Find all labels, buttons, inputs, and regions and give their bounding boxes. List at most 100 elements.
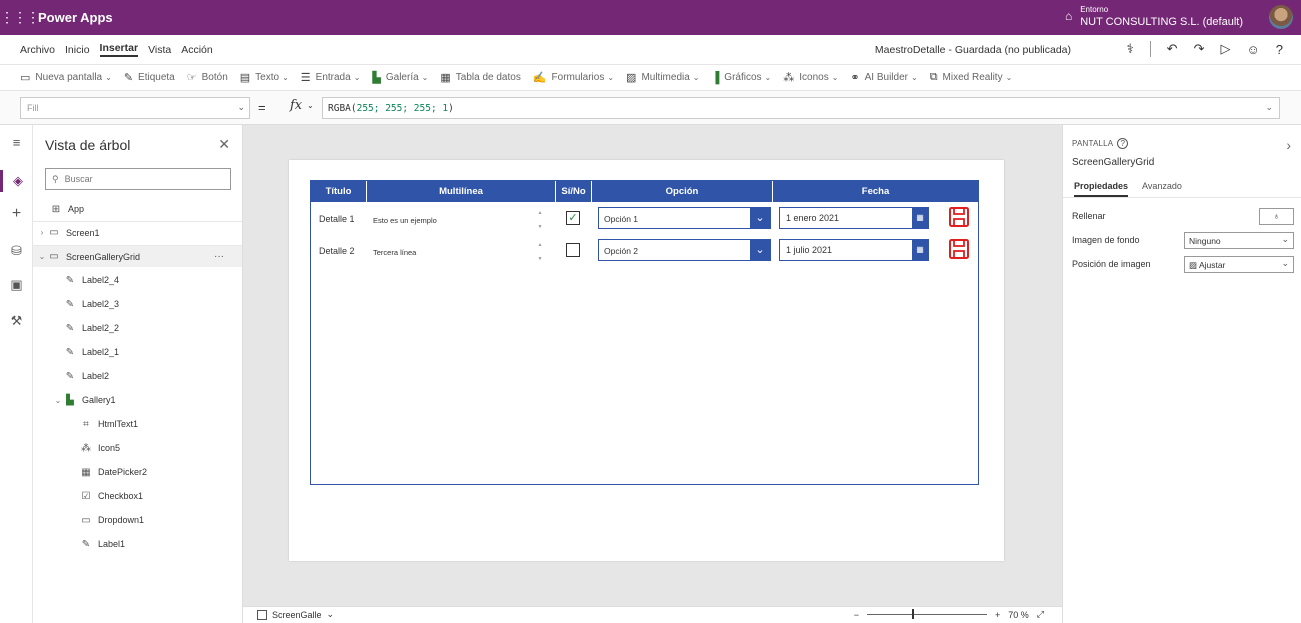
data-table-button[interactable]: ▦ Tabla de datos xyxy=(440,71,520,84)
divider xyxy=(1063,197,1301,198)
hamburger-menu-icon[interactable]: ≡ xyxy=(0,135,33,150)
redo-icon[interactable]: ↷ xyxy=(1194,41,1205,57)
tree-item[interactable]: ✎ Label2_1 xyxy=(33,341,242,363)
formula-args: 255; 255; 255; 1 xyxy=(356,103,449,114)
menu-accion[interactable]: Acción xyxy=(181,44,213,56)
tree-item[interactable]: ⁂ Icon5 xyxy=(33,437,242,459)
tree-item[interactable]: ✎ Label2_4 xyxy=(33,269,242,291)
fx-icon[interactable]: fx xyxy=(290,98,302,113)
scroll-indicator[interactable]: ▲ ▼ xyxy=(537,210,543,230)
user-avatar[interactable] xyxy=(1269,5,1293,29)
tree-view-icon[interactable]: ◈ xyxy=(0,170,33,192)
fit-to-window-icon[interactable]: ⤢ xyxy=(1037,609,1044,620)
row-checkbox[interactable] xyxy=(566,243,580,257)
gallery-row[interactable]: Detalle 1 Esto es un ejemplo ▲ ▼ ✓ Opción… xyxy=(311,205,978,235)
tree-item[interactable]: ☑ Checkbox1 xyxy=(33,485,242,507)
tree-item[interactable]: ✎ Label2_2 xyxy=(33,317,242,339)
gallery-row[interactable]: Detalle 2 Tercera línea ▲ ▼ Opción 2 ⌄ 1 … xyxy=(311,237,978,267)
expand-formula-icon[interactable]: ⌄ xyxy=(1265,102,1273,113)
row-option-dropdown[interactable]: Opción 2 ⌄ xyxy=(598,239,771,261)
tree-item[interactable]: ⌄ ▙ Gallery1 xyxy=(33,389,242,411)
ai-builder-button[interactable]: ⚭ AI Builder ⌄ xyxy=(850,71,917,84)
forms-button[interactable]: ✍ Formularios ⌄ xyxy=(533,71,614,84)
data-icon[interactable]: ⛁ xyxy=(0,243,33,259)
zoom-out-icon[interactable]: − xyxy=(854,610,859,620)
row-date-picker[interactable]: 1 enero 2021 ▦ xyxy=(779,207,929,229)
row-date-picker[interactable]: 1 julio 2021 ▦ xyxy=(779,239,929,261)
chevron-down-icon[interactable]: ⌄ xyxy=(750,240,770,260)
menu-archivo[interactable]: Archivo xyxy=(20,44,55,56)
paint-bucket-icon: ♁ xyxy=(1273,211,1280,221)
media-button[interactable]: ▨ Multimedia ⌄ xyxy=(626,71,699,84)
tree-item[interactable]: ⌄ ▭ ScreenGalleryGrid ··· xyxy=(33,245,242,267)
save-icon[interactable] xyxy=(948,238,970,260)
tree-item[interactable]: ✎ Label2 xyxy=(33,365,242,387)
tree-item-label: DatePicker2 xyxy=(98,467,148,477)
undo-icon[interactable]: ↶ xyxy=(1167,41,1178,57)
row-checkbox[interactable]: ✓ xyxy=(566,211,580,225)
scroll-indicator[interactable]: ▲ ▼ xyxy=(537,242,543,262)
tree-item[interactable]: ⌗ HtmlText1 xyxy=(33,413,242,435)
charts-button[interactable]: ▐ Gráficos ⌄ xyxy=(712,72,772,84)
chevron-down-icon[interactable]: ⌄ xyxy=(37,252,47,261)
background-image-dropdown[interactable]: Ninguno ⌄ xyxy=(1184,232,1294,249)
screen-selector[interactable]: ScreenGalle ⌄ xyxy=(257,609,334,620)
media-library-icon[interactable]: ▣ xyxy=(0,277,33,293)
mixed-reality-button[interactable]: ⧉ Mixed Reality ⌄ xyxy=(930,71,1013,84)
preview-play-icon[interactable]: ▷ xyxy=(1220,41,1230,57)
chevron-down-icon[interactable]: ⌄ xyxy=(307,101,314,110)
more-options-icon[interactable]: ··· xyxy=(214,251,224,262)
chevron-right-icon[interactable]: › xyxy=(37,228,47,237)
input-button[interactable]: ☰ Entrada ⌄ xyxy=(301,71,361,84)
save-icon[interactable] xyxy=(948,206,970,228)
help-icon[interactable]: ? xyxy=(1117,138,1129,149)
chevron-down-icon[interactable]: ⌄ xyxy=(750,208,770,228)
tree-item-app[interactable]: ⊞ App xyxy=(33,198,242,220)
environment-picker[interactable]: ⌂ Entorno NUT CONSULTING S.L. (default) xyxy=(1065,4,1243,28)
help-icon[interactable]: ? xyxy=(1276,42,1283,57)
advanced-tools-icon[interactable]: ⚒ xyxy=(0,313,33,329)
fill-color-picker[interactable]: ♁ xyxy=(1259,208,1294,225)
text-button[interactable]: ▤ Texto ⌄ xyxy=(240,71,289,84)
tab-propiedades[interactable]: Propiedades xyxy=(1074,181,1129,197)
menu-vista[interactable]: Vista xyxy=(148,44,171,56)
menu-insertar[interactable]: Insertar xyxy=(99,42,139,57)
tree-item[interactable]: ✎ Label1 xyxy=(33,533,242,555)
gallery-button[interactable]: ▙ Galería ⌄ xyxy=(372,71,428,84)
formula-input[interactable]: RGBA(255; 255; 255; 1) ⌄ xyxy=(322,97,1280,119)
new-screen-icon: ▭ xyxy=(20,72,31,84)
label-button[interactable]: ✎ Etiqueta xyxy=(124,71,175,84)
zoom-slider[interactable] xyxy=(867,609,988,619)
chevron-down-icon[interactable]: ⌄ xyxy=(53,396,63,405)
property-dropdown[interactable]: Fill ⌄ xyxy=(20,97,250,119)
zoom-in-icon[interactable]: + xyxy=(995,610,1000,620)
close-icon[interactable]: ✕ xyxy=(218,136,230,153)
media-label: Multimedia xyxy=(641,72,690,83)
chevron-right-icon[interactable]: › xyxy=(1286,137,1291,153)
gallery-grid[interactable]: Título Multilínea Sí/No Opción Fecha Det… xyxy=(310,180,979,485)
menu-inicio[interactable]: Inicio xyxy=(65,44,90,56)
button-button[interactable]: ☞ Botón xyxy=(187,71,228,84)
row-option-dropdown[interactable]: Opción 1 ⌄ xyxy=(598,207,771,229)
tree-item[interactable]: › ▭ Screen1 xyxy=(33,221,242,243)
share-user-icon[interactable]: ☺ xyxy=(1246,42,1259,57)
icons-button[interactable]: ⁂ Iconos ⌄ xyxy=(783,71,838,84)
scroll-down-icon: ▼ xyxy=(537,256,543,262)
tree-search-input[interactable]: ⚲ Buscar xyxy=(45,168,231,190)
tree-item[interactable]: ✎ Label2_3 xyxy=(33,293,242,315)
tree-item-label: Screen1 xyxy=(66,227,100,238)
app-checker-icon[interactable]: ⚕ xyxy=(1127,41,1134,57)
tree-item[interactable]: ▦ DatePicker2 xyxy=(33,461,242,483)
calendar-icon[interactable]: ▦ xyxy=(912,208,928,228)
insert-plus-icon[interactable]: + xyxy=(0,205,33,223)
image-position-dropdown[interactable]: ▨ Ajustar ⌄ xyxy=(1184,256,1294,273)
tree-item[interactable]: ▭ Dropdown1 xyxy=(33,509,242,531)
app-launcher-icon[interactable]: ⋮⋮⋮ xyxy=(0,9,40,26)
tab-avanzado[interactable]: Avanzado xyxy=(1142,181,1182,191)
zoom-slider-thumb[interactable] xyxy=(912,609,915,619)
new-screen-button[interactable]: ▭ Nueva pantalla ⌄ xyxy=(20,71,112,84)
dropdown-value: Opción 1 xyxy=(604,214,639,224)
search-icon: ⚲ xyxy=(52,173,59,184)
chevron-down-icon: ⌄ xyxy=(1281,234,1289,244)
calendar-icon[interactable]: ▦ xyxy=(912,240,928,260)
